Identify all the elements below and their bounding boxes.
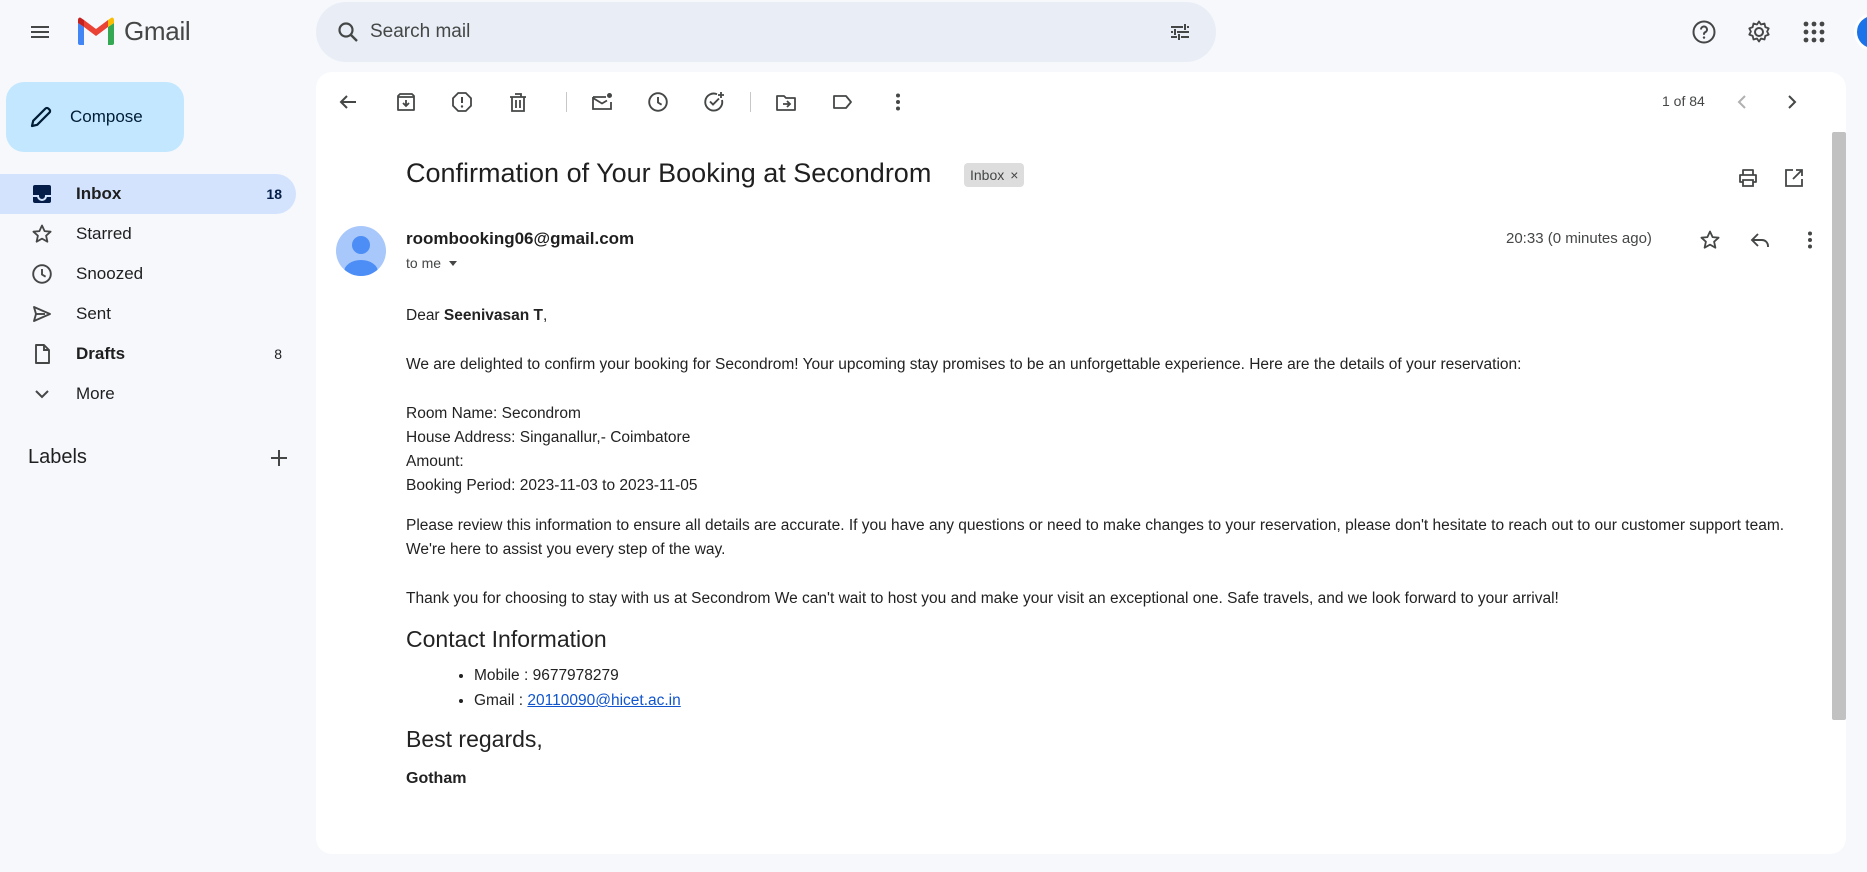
booking-period-line: Booking Period: 2023-11-03 to 2023-11-05 [406,477,698,494]
sidebar-item-label: Drafts [76,344,126,363]
recipients-summary[interactable]: to me [406,255,459,271]
sidebar-item-label: Starred [76,224,132,243]
email-subject: Confirmation of Your Booking at Secondro… [406,158,932,188]
more-options-icon[interactable] [878,82,918,122]
thanks-paragraph: Thank you for choosing to stay with us a… [406,590,1559,607]
sidebar-item-label: More [76,384,115,403]
chip-label: Inbox [970,167,1005,183]
chevron-right-icon[interactable] [1772,82,1812,122]
snooze-clock-icon[interactable] [638,82,678,122]
star-message-icon[interactable] [1690,220,1730,260]
mark-unread-icon[interactable] [582,82,622,122]
contact-list: Mobile : 9677978279 Gmail : 20110090@hic… [474,663,1826,713]
account-avatar[interactable] [1854,13,1867,51]
received-time: 20:33 (0 minutes ago) [1506,230,1652,247]
compose-button[interactable]: Compose [6,82,184,152]
search-input[interactable] [370,16,1130,48]
report-spam-icon[interactable] [442,82,482,122]
gmail-link[interactable]: 20110090@hicet.ac.in [527,692,680,709]
add-label-plus-icon[interactable] [268,447,290,469]
contact-gmail: Gmail : 20110090@hicet.ac.in [474,688,1826,713]
unread-count: 18 [266,186,282,202]
chevron-left-icon[interactable] [1722,82,1762,122]
search-options-icon[interactable] [1162,14,1198,50]
sidebar-item-label: Snoozed [76,264,144,283]
intro-paragraph: We are delighted to confirm your booking… [406,356,1522,373]
draft-count: 8 [274,346,282,362]
greeting-suffix: , [542,307,548,324]
greeting-line: Dear Seenivasan T, [406,304,1826,328]
sender-email[interactable]: roombooking06@gmail.com [406,229,634,249]
toolbar-divider [566,92,567,112]
scrollbar[interactable] [1832,132,1846,720]
top-bar: Gmail [0,0,1867,64]
gmail-prefix: Gmail : [474,692,528,709]
add-to-tasks-icon[interactable] [694,82,734,122]
print-icon[interactable] [1728,158,1768,198]
gmail-logo[interactable]: Gmail [76,16,191,47]
address-line: House Address: Singanallur,- Coimbatore [406,429,691,446]
amount-line: Amount: [406,453,464,470]
sidebar-item-more[interactable]: More [0,374,296,414]
sidebar-item-snoozed[interactable]: Snoozed [0,254,296,294]
gmail-m-icon [78,17,114,45]
review-paragraph: Please review this information to ensure… [406,517,1785,558]
email-body: Dear Seenivasan T, We are delighted to c… [406,304,1826,791]
message-more-options-icon[interactable] [1790,220,1830,260]
caret-down-icon [449,261,458,266]
room-name-line: Room Name: Secondrom [406,405,581,422]
sidebar-item-sent[interactable]: Sent [0,294,296,334]
labels-title: Labels [28,446,87,468]
help-icon[interactable] [1684,12,1724,52]
labels-header: Labels [28,446,290,469]
apps-grid-icon[interactable] [1794,12,1834,52]
main-menu-icon[interactable] [20,12,60,52]
signature: Gotham [406,770,467,787]
delete-trash-icon[interactable] [498,82,538,122]
sidebar-nav: Inbox 18 Starred Snoozed Sent Drafts 8 M… [0,174,296,414]
greeting-prefix: Dear [406,307,444,324]
app-name: Gmail [124,16,191,46]
sidebar-item-inbox[interactable]: Inbox 18 [0,174,296,214]
search-bar [316,2,1216,62]
sidebar-item-label: Sent [76,304,111,323]
remove-label-close-icon[interactable]: × [1010,167,1018,183]
label-tag-icon[interactable] [822,82,862,122]
send-icon [28,300,56,328]
email-toolbar: 1 of 84 [316,72,1846,132]
settings-gear-icon[interactable] [1739,12,1779,52]
move-to-folder-icon[interactable] [766,82,806,122]
star-icon [28,220,56,248]
sidebar-item-label: Inbox [76,184,122,203]
back-arrow-icon[interactable] [328,82,368,122]
archive-icon[interactable] [386,82,426,122]
pencil-icon [30,106,52,128]
sidebar-item-drafts[interactable]: Drafts 8 [0,334,296,374]
email-view: 1 of 84 Confirmation of Your Booking at … [316,72,1846,854]
open-in-new-window-icon[interactable] [1774,158,1814,198]
closing-regards: Best regards, [406,726,543,752]
search-icon[interactable] [330,14,366,50]
contact-heading: Contact Information [406,626,607,652]
clock-icon [28,260,56,288]
inbox-label-chip: Inbox × [964,163,1025,187]
default-person-icon [344,236,378,276]
to-me-label: to me [406,255,442,271]
pagination-count: 1 of 84 [1662,93,1705,109]
sender-avatar[interactable] [336,226,386,276]
reply-arrow-icon[interactable] [1740,220,1780,260]
chevron-down-icon [28,380,56,408]
toolbar-divider [750,92,751,112]
sidebar-item-starred[interactable]: Starred [0,214,296,254]
draft-file-icon [28,340,56,368]
inbox-icon [28,180,56,208]
compose-label: Compose [70,107,143,126]
recipient-name: Seenivasan T [443,307,543,324]
contact-mobile: Mobile : 9677978279 [474,663,1826,688]
